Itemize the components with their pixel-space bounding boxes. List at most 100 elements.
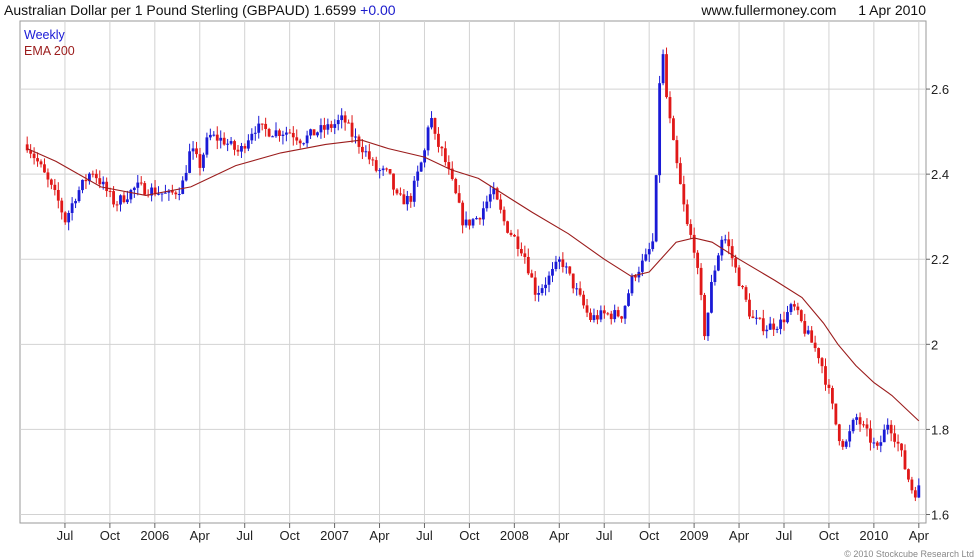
candle-body: [506, 221, 509, 233]
candle-body: [243, 146, 247, 149]
x-tick-label: Jul: [57, 528, 74, 543]
candle-body: [799, 310, 803, 322]
x-tick-label: Apr: [549, 528, 570, 543]
candle-body: [665, 54, 668, 98]
candle-body: [129, 190, 133, 200]
candle-body: [433, 118, 437, 134]
candle-body: [319, 125, 323, 133]
candle-body: [758, 317, 762, 319]
candle-body: [519, 248, 523, 254]
candle-body: [606, 313, 610, 315]
legend-weekly: Weekly: [24, 28, 65, 42]
candle-body: [792, 304, 796, 307]
candle-body: [278, 130, 281, 136]
candle-body: [886, 424, 890, 430]
candle-body: [578, 288, 582, 295]
candle-body: [730, 246, 734, 259]
candle-body: [848, 431, 852, 442]
candle-body: [143, 183, 147, 195]
candle-body: [84, 179, 88, 182]
candle-body: [903, 450, 907, 470]
candle-body: [195, 148, 198, 155]
candle-body: [364, 151, 368, 153]
candle-body: [126, 199, 129, 203]
candle-body: [53, 184, 57, 190]
candle-body: [544, 284, 547, 289]
x-tick-label: Oct: [819, 528, 840, 543]
candle-body: [326, 124, 330, 130]
candle-body: [910, 479, 914, 491]
candle-body: [208, 134, 212, 138]
candle-body: [481, 208, 485, 220]
candle-body: [271, 136, 274, 138]
x-tick-label: Apr: [190, 528, 211, 543]
x-tick-label: Jul: [776, 528, 793, 543]
candle-body: [215, 134, 219, 141]
candle-body: [488, 194, 492, 202]
candle-body: [443, 148, 447, 163]
candle-body: [46, 172, 50, 180]
candle-body: [340, 115, 344, 121]
candle-body: [616, 310, 620, 317]
candle-body: [350, 122, 354, 137]
candle-body: [264, 123, 268, 129]
candle-body: [824, 366, 827, 385]
candle-body: [568, 266, 572, 274]
candle-body: [191, 148, 195, 152]
candle-body: [589, 312, 592, 320]
candle-body: [347, 122, 350, 124]
x-tick-label: Apr: [369, 528, 390, 543]
candle-body: [226, 143, 230, 145]
candle-body: [530, 273, 534, 278]
candle-body: [284, 132, 288, 135]
candle-body: [184, 172, 188, 181]
candle-body: [786, 312, 789, 323]
candle-body: [502, 209, 506, 222]
candle-body: [115, 204, 119, 206]
candle-body: [101, 181, 105, 185]
candle-body: [367, 151, 371, 160]
candle-body: [98, 178, 102, 185]
candle-body: [361, 146, 364, 153]
candle-body: [336, 120, 340, 125]
y-tick-label: 2.4: [931, 167, 949, 182]
copyright-notice: © 2010 Stockcube Research Ltd: [844, 549, 974, 559]
candle-body: [554, 261, 558, 269]
candle-body: [357, 136, 361, 147]
candle-body: [471, 219, 475, 226]
candle-body: [865, 424, 869, 429]
candle-body: [837, 424, 841, 442]
candle-body: [371, 159, 375, 161]
candle-body: [627, 293, 630, 306]
candle-body: [440, 146, 444, 149]
candle-body: [229, 141, 233, 144]
candle-body: [716, 255, 720, 271]
candle-body: [198, 154, 202, 168]
candle-body: [592, 315, 596, 320]
candle-body: [385, 168, 389, 170]
x-tick-label: Apr: [909, 528, 930, 543]
y-tick-label: 2.2: [931, 252, 949, 267]
candle-body: [437, 133, 440, 147]
candle-body: [260, 123, 264, 125]
candle-body: [875, 442, 879, 446]
candle-body: [913, 490, 917, 498]
candle-body: [112, 191, 115, 205]
x-tick-label: 2010: [859, 528, 888, 543]
candle-body: [654, 175, 658, 242]
candle-body: [374, 160, 378, 171]
candle-body: [468, 219, 471, 226]
candle-body: [240, 146, 243, 152]
x-tick-label: Oct: [280, 528, 301, 543]
candle-body: [754, 317, 758, 319]
candle-body: [599, 310, 603, 320]
candle-body: [333, 124, 337, 128]
x-tick-label: Jul: [236, 528, 253, 543]
candle-body: [827, 384, 831, 389]
candle-body: [461, 202, 465, 226]
candle-body: [820, 358, 824, 367]
candle-body: [105, 181, 109, 192]
candle-body: [392, 173, 395, 190]
candle-body: [516, 236, 520, 249]
candle-body: [309, 129, 312, 136]
